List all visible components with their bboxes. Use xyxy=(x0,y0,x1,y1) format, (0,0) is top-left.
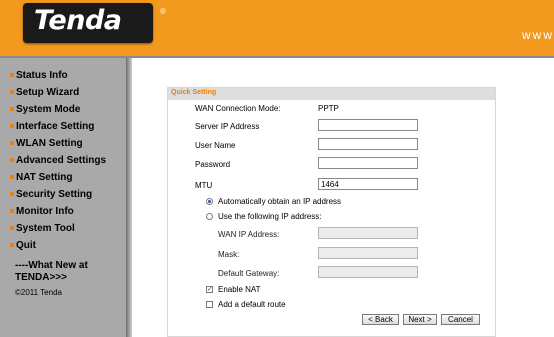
bullet-icon xyxy=(10,90,14,95)
cancel-button[interactable]: Cancel xyxy=(441,314,480,325)
sidebar-item-advanced-settings[interactable]: Advanced Settings xyxy=(10,155,106,171)
sidebar-item-wlan-setting[interactable]: WLAN Setting xyxy=(10,138,83,154)
bullet-icon xyxy=(10,158,14,163)
server-ip-label: Server IP Address xyxy=(195,122,260,131)
bullet-icon xyxy=(10,124,14,129)
sidebar-item-system-tool[interactable]: System Tool xyxy=(10,223,75,239)
gateway-input[interactable] xyxy=(318,266,418,278)
header-bar: Tenda ® www xyxy=(0,0,554,56)
sidebar-item-system-mode[interactable]: System Mode xyxy=(10,104,80,120)
gateway-label: Default Gateway: xyxy=(218,269,280,278)
sidebar-item-label: NAT Setting xyxy=(16,172,73,183)
sidebar-item-interface-setting[interactable]: Interface Setting xyxy=(10,121,94,137)
radio-static-ip[interactable] xyxy=(206,213,213,220)
mtu-input[interactable] xyxy=(318,178,418,190)
sidebar-item-label: Monitor Info xyxy=(16,206,74,217)
bullet-icon xyxy=(10,192,14,197)
sidebar-item-status-info[interactable]: Status Info xyxy=(10,70,68,86)
radio-auto-ip[interactable] xyxy=(206,198,213,205)
bullet-icon xyxy=(10,243,14,248)
username-input[interactable] xyxy=(318,138,418,150)
whats-new-link[interactable]: ----What New at TENDA>>> xyxy=(15,260,88,284)
panel-title: Quick Setting xyxy=(171,89,217,96)
default-route-checkbox[interactable] xyxy=(206,301,213,308)
sidebar-item-setup-wizard[interactable]: Setup Wizard xyxy=(10,87,79,103)
sidebar-item-label: System Tool xyxy=(16,223,75,234)
registered-mark: ® xyxy=(160,7,166,16)
header-url-fragment: www xyxy=(522,28,554,42)
whats-new-line: TENDA>>> xyxy=(15,272,67,283)
sidebar-item-monitor-info[interactable]: Monitor Info xyxy=(10,206,74,222)
sidebar-item-nat-setting[interactable]: NAT Setting xyxy=(10,172,72,188)
default-route-label: Add a default route xyxy=(218,300,286,309)
wan-mode-label: WAN Connection Mode: xyxy=(195,104,281,113)
enable-nat-label: Enable NAT xyxy=(218,285,261,294)
panel-title-bar: Quick Setting xyxy=(168,88,495,100)
mask-label: Mask: xyxy=(218,250,240,259)
enable-nat-checkbox[interactable]: ✓ xyxy=(206,286,213,293)
wan-mode-value: PPTP xyxy=(318,104,339,113)
radio-static-ip-label: Use the following IP address: xyxy=(218,212,322,221)
bullet-icon xyxy=(10,141,14,146)
sidebar-item-label: Quit xyxy=(16,240,36,251)
sidebar-item-label: Advanced Settings xyxy=(16,155,107,166)
sidebar-item-label: Setup Wizard xyxy=(16,87,80,98)
bullet-icon xyxy=(10,175,14,180)
wan-ip-input[interactable] xyxy=(318,227,418,239)
bullet-icon xyxy=(10,226,14,231)
bullet-icon xyxy=(10,73,14,78)
sidebar-item-quit[interactable]: Quit xyxy=(10,240,36,256)
sidebar-item-label: Status Info xyxy=(16,70,68,81)
wan-ip-label: WAN IP Address: xyxy=(218,230,280,239)
next-button[interactable]: Next > xyxy=(403,314,437,325)
whats-new-line: ----What New at xyxy=(15,260,88,271)
logo-text: Tenda xyxy=(34,5,122,36)
username-label: User Name xyxy=(195,141,236,150)
copyright-text: ©2011 Tenda xyxy=(15,288,62,297)
sidebar-item-label: Interface Setting xyxy=(16,121,95,132)
server-ip-input[interactable] xyxy=(318,119,418,131)
sidebar-item-label: WLAN Setting xyxy=(16,138,83,149)
back-button[interactable]: < Back xyxy=(362,314,399,325)
password-label: Password xyxy=(195,160,231,169)
bullet-icon xyxy=(10,107,14,112)
password-input[interactable] xyxy=(318,157,418,169)
radio-auto-ip-label: Automatically obtain an IP address xyxy=(218,197,342,206)
sidebar-item-label: Security Setting xyxy=(16,189,93,200)
sidebar-item-security-setting[interactable]: Security Setting xyxy=(10,189,92,205)
bullet-icon xyxy=(10,209,14,214)
sidebar-item-label: System Mode xyxy=(16,104,81,115)
tenda-logo: Tenda ® xyxy=(23,3,166,43)
quick-setting-panel: Quick Setting WAN Connection Mode: PPTP … xyxy=(167,87,496,337)
mask-input[interactable] xyxy=(318,247,418,259)
mtu-label: MTU xyxy=(195,181,213,190)
